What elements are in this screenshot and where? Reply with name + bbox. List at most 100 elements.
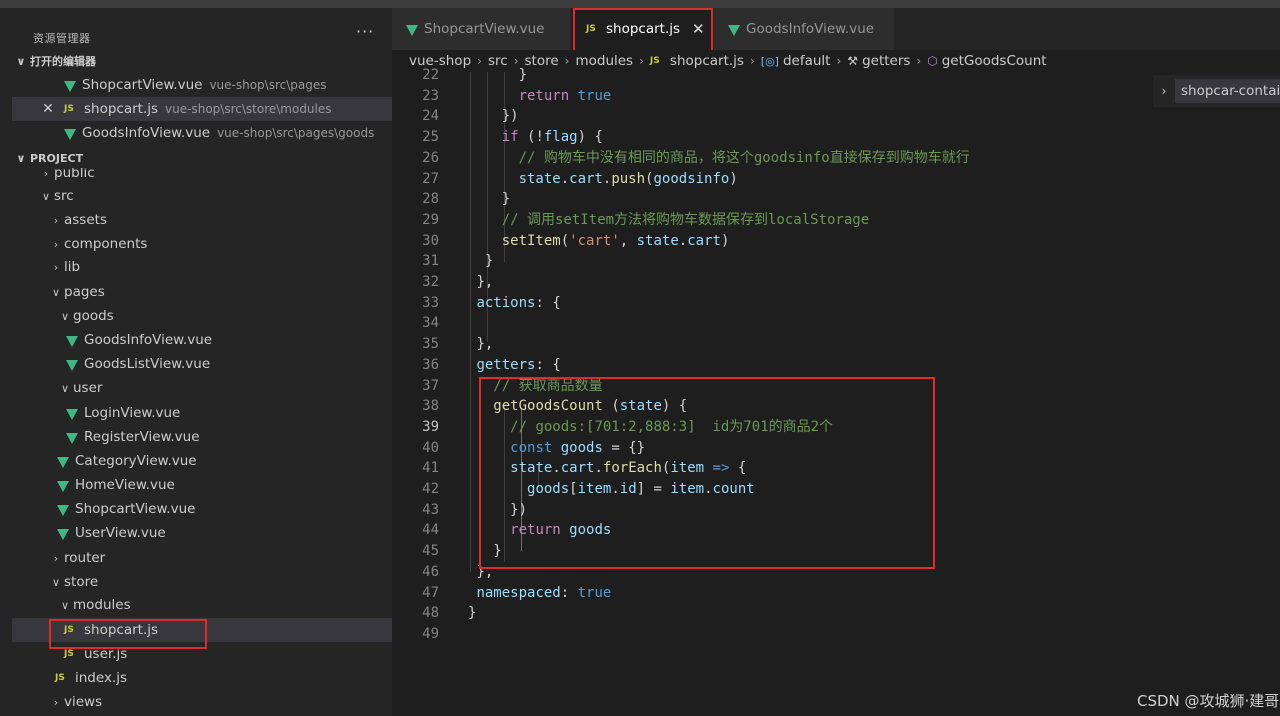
- vue-icon: [57, 528, 69, 540]
- open-editor-item[interactable]: ✕ JS shopcart.js vue-shop\src\store\modules: [12, 97, 392, 121]
- code-editor[interactable]: 22 } 23 return true 24 }) 25 if (!flag) {26…: [392, 67, 1152, 716]
- explorer-sidebar: 资源管理器 ··· ∨ 打开的编辑器 ShopcartView.vue vue-sh…: [0, 8, 392, 716]
- tree-label: goods: [73, 308, 114, 324]
- breadcrumb-item[interactable]: getters: [862, 53, 910, 69]
- vue-icon: [728, 24, 740, 36]
- open-editors-section[interactable]: ∨ 打开的编辑器: [12, 51, 96, 71]
- breadcrumb-item[interactable]: getGoodsCount: [942, 53, 1047, 69]
- module-icon: [◎]: [760, 54, 779, 68]
- open-editor-item[interactable]: ShopcartView.vue vue-shop\src\pages: [12, 73, 392, 97]
- line-number: 27: [422, 170, 439, 187]
- tree-folder[interactable]: ∨ goods: [12, 304, 392, 328]
- tree-file[interactable]: LoginView.vue: [12, 401, 392, 425]
- tree-folder[interactable]: › components: [12, 232, 392, 256]
- tree-folder[interactable]: › assets: [12, 208, 392, 232]
- tree-label: GoodsInfoView.vue: [84, 332, 213, 348]
- vue-icon: [66, 408, 78, 420]
- code-line[interactable]: getters: {: [468, 355, 560, 376]
- tree-label: src: [54, 188, 74, 204]
- line-number: 39: [422, 418, 439, 435]
- chevron-right-icon: ›: [1161, 84, 1167, 98]
- tab-shopcartview[interactable]: ShopcartView.vue: [392, 8, 570, 50]
- vue-icon: [64, 128, 76, 140]
- code-line[interactable]: setItem('cart', state.cart): [468, 231, 730, 252]
- tree-label: UserView.vue: [75, 525, 166, 541]
- tree-file[interactable]: GoodsInfoView.vue: [12, 328, 392, 352]
- line-number: 33: [422, 294, 439, 311]
- breadcrumb-item[interactable]: shopcart.js: [670, 53, 744, 69]
- code-line[interactable]: namespaced: true: [468, 583, 611, 604]
- tab-goodsinfoview[interactable]: GoodsInfoView.vue: [714, 8, 894, 50]
- tree-folder[interactable]: ∨ src: [12, 184, 392, 208]
- chevron-right-icon: ›: [53, 551, 59, 565]
- code-line[interactable]: }: [468, 65, 527, 86]
- line-number: 24: [422, 108, 439, 125]
- code-line[interactable]: // 调用setItem方法将购物车数据保存到localStorage: [468, 210, 869, 231]
- code-line[interactable]: }: [468, 251, 493, 272]
- title-bar: [0, 0, 1280, 8]
- line-number: 28: [422, 191, 439, 208]
- project-section[interactable]: ∨ PROJECT: [12, 148, 392, 168]
- code-line[interactable]: state.cart.push(goodsinfo): [468, 169, 738, 190]
- code-line[interactable]: },: [468, 272, 493, 293]
- js-icon: JS: [649, 56, 660, 66]
- explorer-title: 资源管理器: [33, 32, 91, 45]
- close-icon[interactable]: ✕: [38, 101, 58, 117]
- tab-label: ShopcartView.vue: [424, 21, 545, 37]
- breadcrumb-item[interactable]: modules: [575, 53, 633, 69]
- line-number: 29: [422, 211, 439, 228]
- chevron-right-icon: ›: [53, 237, 59, 251]
- tree-label: store: [64, 574, 99, 590]
- code-line[interactable]: }): [468, 106, 519, 127]
- breadcrumb-item[interactable]: default: [783, 53, 831, 69]
- chevron-right-icon: ›: [836, 54, 842, 68]
- line-number: 45: [422, 543, 439, 560]
- vue-icon: [57, 504, 69, 516]
- js-icon: JS: [64, 649, 74, 659]
- line-number: 32: [422, 274, 439, 290]
- chevron-down-icon: ∨: [60, 598, 70, 612]
- outline-item[interactable]: shopcar-container: [1175, 79, 1280, 103]
- code-line[interactable]: return true: [468, 86, 612, 107]
- code-line[interactable]: }: [468, 603, 476, 624]
- code-line[interactable]: // 购物车中没有相同的商品，将这个goodsinfo直接保存到购物车就行: [468, 148, 970, 169]
- vue-icon: [57, 480, 69, 492]
- more-actions-icon[interactable]: ···: [356, 22, 374, 41]
- code-line[interactable]: },: [468, 334, 493, 355]
- line-number: 43: [422, 501, 439, 518]
- code-line[interactable]: }: [468, 189, 510, 210]
- chevron-down-icon: ∨: [16, 54, 26, 68]
- tree-file[interactable]: HomeView.vue: [12, 473, 392, 497]
- tree-label: lib: [64, 259, 81, 275]
- chevron-down-icon: ∨: [60, 309, 70, 323]
- tree-file[interactable]: JS index.js: [12, 666, 392, 690]
- tree-folder[interactable]: › lib: [12, 255, 392, 279]
- tree-label: GoodsListView.vue: [84, 356, 211, 372]
- tree-label: index.js: [75, 670, 128, 686]
- tree-folder[interactable]: ∨ user: [12, 376, 392, 400]
- open-editor-path: vue-shop\src\store\modules: [165, 102, 332, 116]
- open-editor-item[interactable]: GoodsInfoView.vue vue-shop\src\pages\good…: [12, 121, 392, 145]
- tree-label: user: [73, 380, 103, 396]
- line-number: 23: [422, 87, 439, 104]
- tree-file[interactable]: GoodsListView.vue: [12, 352, 392, 376]
- tree-file[interactable]: RegisterView.vue: [12, 425, 392, 449]
- outline-panel[interactable]: › shopcar-container: [1153, 75, 1280, 107]
- tree-file[interactable]: UserView.vue: [12, 521, 392, 545]
- breadcrumb-item[interactable]: store: [525, 53, 559, 69]
- tree-file[interactable]: CategoryView.vue: [12, 449, 392, 473]
- tree-folder[interactable]: › views: [12, 690, 392, 714]
- chevron-down-icon: ∨: [16, 151, 26, 165]
- vue-icon: [406, 24, 418, 36]
- line-number: 47: [422, 584, 439, 601]
- code-line[interactable]: actions: {: [468, 293, 560, 314]
- code-line[interactable]: if (!flag) {: [468, 127, 603, 148]
- tree-folder[interactable]: ∨ store: [12, 570, 392, 594]
- tree-folder[interactable]: ∨ modules: [12, 593, 392, 617]
- open-editor-name: ShopcartView.vue: [82, 77, 203, 93]
- line-number: 35: [422, 336, 439, 353]
- tree-file[interactable]: ShopcartView.vue: [12, 497, 392, 521]
- tree-folder[interactable]: ∨ pages: [12, 280, 392, 304]
- tree-label: modules: [73, 597, 131, 613]
- tree-folder[interactable]: › router: [12, 546, 392, 570]
